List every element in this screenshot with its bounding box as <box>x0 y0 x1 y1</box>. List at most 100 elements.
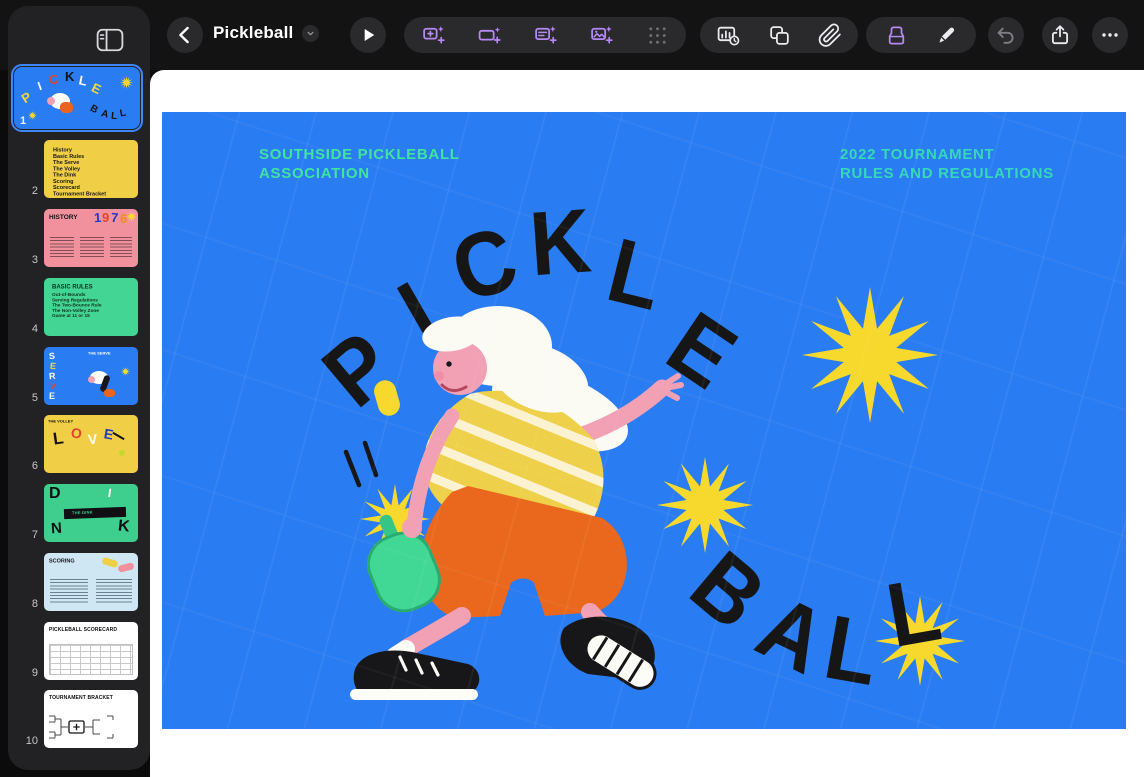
pen-icon <box>934 23 959 48</box>
org-line1: SOUTHSIDE PICKLEBALL <box>259 145 460 164</box>
insert-shape-button[interactable] <box>765 21 793 49</box>
slide-thumbnail-3[interactable]: 3 HISTORY 1 9 7 6 <box>8 209 150 269</box>
paperclip-icon <box>818 23 843 48</box>
slide-thumbnail-6[interactable]: 6 THE VOLLEY L O V E <box>8 415 150 475</box>
layout-grid-button[interactable] <box>643 21 671 49</box>
mini-letter: D <box>49 486 61 502</box>
undo-button[interactable] <box>988 17 1024 53</box>
slide-canvas-area: SOUTHSIDE PICKLEBALL ASSOCIATION 2022 TO… <box>150 70 1144 777</box>
add-text-box-button[interactable] <box>531 21 559 49</box>
mini-star-shape <box>121 367 130 376</box>
ellipsis-icon <box>1098 23 1122 47</box>
document-title[interactable]: Pickleball <box>213 23 319 43</box>
chevron-down-icon <box>305 28 316 39</box>
slide-thumbnail-4[interactable]: 4 BASIC RULES Out-of-Bounds Serving Regu… <box>8 278 150 338</box>
slide-navigator: P I C K L E B A L L 1 2 <box>8 6 150 770</box>
more-button[interactable] <box>1092 17 1128 53</box>
mini-letter: K <box>65 70 74 83</box>
rules-list: BASIC RULES Out-of-Bounds Serving Regula… <box>52 283 138 319</box>
marker-icon <box>884 23 909 48</box>
mini-letter: P <box>19 90 33 106</box>
mini-letter: I <box>107 487 112 499</box>
thumbnail-preview-8: SCORING <box>44 553 138 611</box>
mini-ball-shape <box>119 450 125 456</box>
toolbar: Pickleball <box>0 0 1144 70</box>
insert-chart-button[interactable] <box>714 21 742 49</box>
sidebar-toggle-icon <box>96 28 124 52</box>
mini-text-lines <box>80 237 104 259</box>
add-media-icon <box>589 23 614 48</box>
slide-thumbnail-5[interactable]: 5 THE SERVE S E R V E <box>8 347 150 407</box>
style-marker-button[interactable] <box>882 21 910 49</box>
mini-star-shape <box>28 111 37 120</box>
slide-number: 9 <box>12 667 38 679</box>
mini-paddle-shape <box>117 562 134 573</box>
slide-thumbnail-2[interactable]: 2 History Basic Rules The Serve The Voll… <box>8 140 150 200</box>
mini-line-shape <box>112 432 124 440</box>
insert-attachment-button[interactable] <box>816 21 844 49</box>
mini-scorecard-grid <box>49 644 133 675</box>
mini-letter: E <box>49 392 55 401</box>
slide-thumbnail-9[interactable]: 9 PICKLEBALL SCORECARD <box>8 622 150 682</box>
add-scene-button[interactable] <box>475 21 503 49</box>
event-textbox[interactable]: 2022 TOURNAMENT RULES AND REGULATIONS <box>840 145 1054 183</box>
year-digit: 6 <box>120 212 127 225</box>
player-illustration[interactable] <box>302 282 742 722</box>
add-media-button[interactable] <box>587 21 615 49</box>
pickleball-shape <box>371 378 402 419</box>
mini-title: TOURNAMENT BRACKET <box>49 695 113 701</box>
slide-number: 1 <box>20 115 26 127</box>
draw-pen-button[interactable] <box>932 21 960 49</box>
thumbnail-preview-10: TOURNAMENT BRACKET <box>44 690 138 748</box>
slide-number: 7 <box>12 529 38 541</box>
org-line2: ASSOCIATION <box>259 164 460 183</box>
mini-letter: L <box>52 429 65 447</box>
slide-number: 4 <box>12 323 38 335</box>
event-line2: RULES AND REGULATIONS <box>840 164 1054 183</box>
mini-paddle-shape <box>101 557 118 569</box>
undo-icon <box>994 23 1018 47</box>
slide-number: 3 <box>12 254 38 266</box>
slide-thumbnail-10[interactable]: 10 TOURNAMENT BRACKET <box>8 690 150 750</box>
back-button[interactable] <box>167 17 203 53</box>
sidebar-toggle-button[interactable] <box>96 28 124 52</box>
mini-bracket-diagram <box>47 711 135 744</box>
mini-title: SCORING <box>49 558 75 564</box>
slide-thumbnail-8[interactable]: 8 SCORING <box>8 553 150 613</box>
thumbnail-preview-6: THE VOLLEY L O V E <box>44 415 138 473</box>
mini-title: THE SERVE <box>88 351 111 356</box>
mini-letter: K <box>117 518 130 535</box>
year-digit: 9 <box>102 211 109 224</box>
thumbnail-preview-5: THE SERVE S E R V E <box>44 347 138 405</box>
mini-shorts-shape <box>104 389 115 397</box>
play-button[interactable] <box>350 17 386 53</box>
slide-thumbnail-1[interactable]: P I C K L E B A L L 1 <box>8 67 150 133</box>
mini-letter: V <box>50 382 57 392</box>
play-icon <box>357 24 379 46</box>
add-text-box-icon <box>533 23 558 48</box>
object-toolbar-group <box>700 17 858 53</box>
mini-letter: A <box>100 109 110 121</box>
add-slide-icon <box>421 23 446 48</box>
year-digit: 7 <box>111 211 119 224</box>
mini-face-shape <box>88 376 95 383</box>
mini-letter: L <box>119 109 127 120</box>
add-scene-icon <box>477 23 502 48</box>
mini-letter: E <box>90 81 103 96</box>
share-button[interactable] <box>1042 17 1078 53</box>
document-title-text: Pickleball <box>213 23 293 43</box>
mini-letter: I <box>36 80 43 92</box>
layout-grid-icon <box>646 24 669 47</box>
org-textbox[interactable]: SOUTHSIDE PICKLEBALL ASSOCIATION <box>259 145 460 183</box>
mini-face-shape <box>47 97 55 105</box>
slide-thumbnail-7[interactable]: 7 D I N K THE DINK <box>8 484 150 544</box>
back-chevron-icon <box>173 23 197 47</box>
mini-star-shape <box>126 211 137 222</box>
back-hand-shape <box>664 376 681 398</box>
thumbnail-preview-9: PICKLEBALL SCORECARD <box>44 622 138 680</box>
agenda-list: History Basic Rules The Serve The Volley… <box>53 147 138 197</box>
mini-text-lines <box>110 237 132 259</box>
add-slide-button[interactable] <box>419 21 447 49</box>
slide-canvas[interactable]: SOUTHSIDE PICKLEBALL ASSOCIATION 2022 TO… <box>162 112 1126 729</box>
document-menu-button[interactable] <box>302 25 319 42</box>
